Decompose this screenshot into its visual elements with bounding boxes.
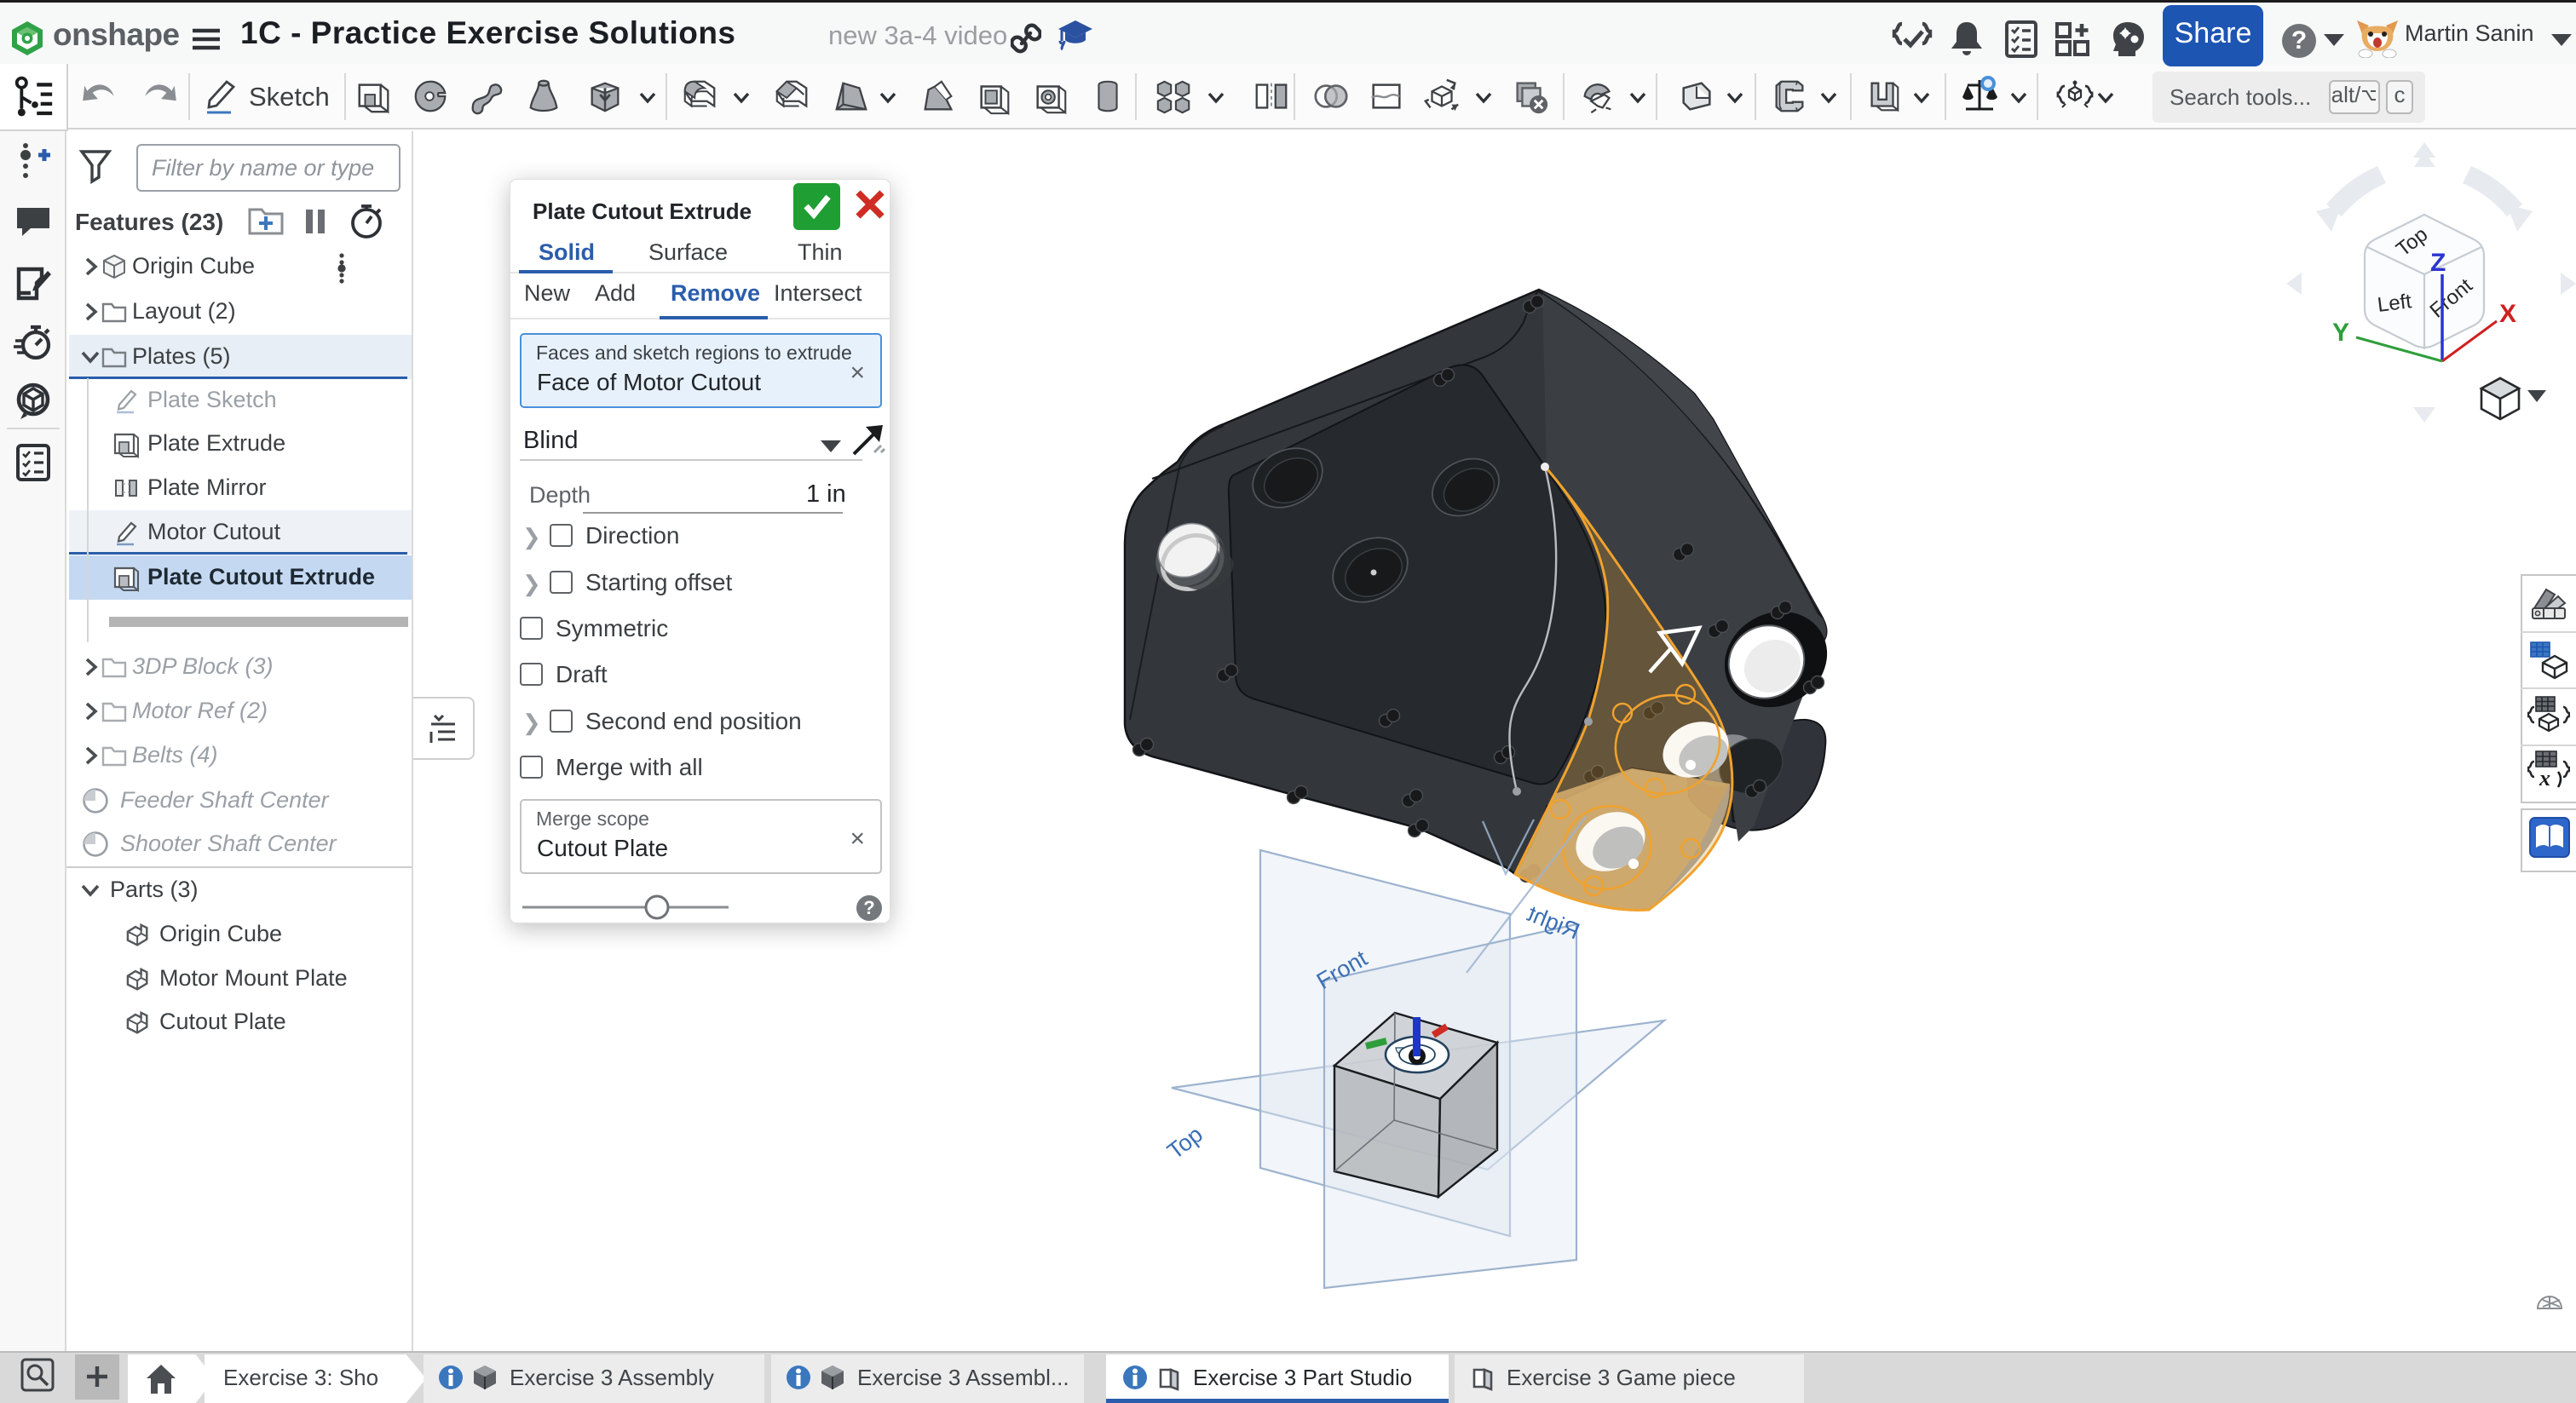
svg-text:Left: Left [2376, 290, 2412, 317]
svg-text:?: ? [2291, 26, 2307, 55]
svg-text:Top: Top [1162, 1121, 1207, 1164]
svg-text:Y: Y [2332, 319, 2349, 347]
svg-text:X: X [2499, 300, 2516, 328]
svg-text:Z: Z [2430, 249, 2446, 277]
svg-text:x: x [2539, 766, 2550, 791]
